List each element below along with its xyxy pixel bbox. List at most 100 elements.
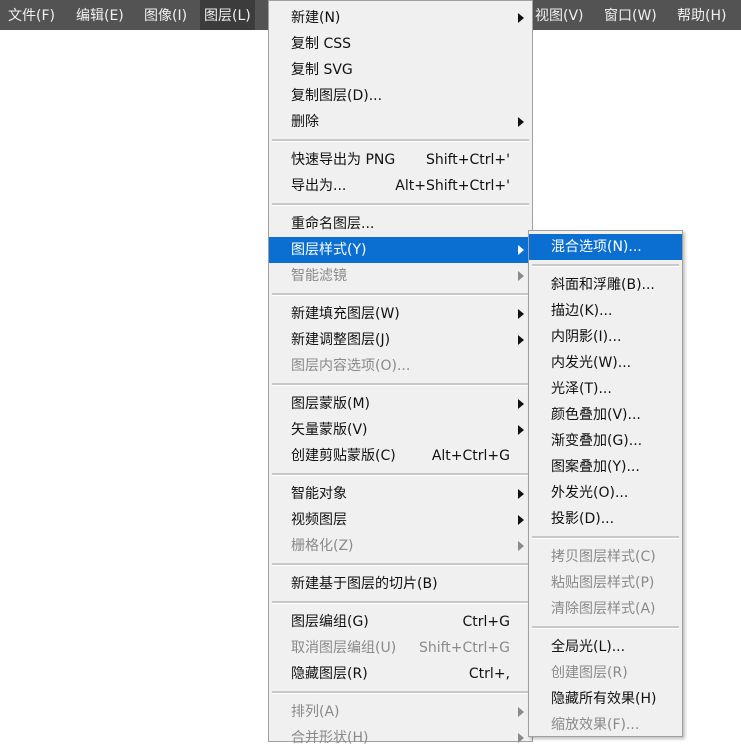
menubar-item[interactable]: 文件(F) (4, 0, 59, 30)
menu-item-label: 新建填充图层(W) (291, 306, 400, 322)
menu-item[interactable]: 图层蒙版(M) (269, 391, 532, 417)
menu-item-label: 混合选项(N)... (551, 239, 642, 255)
menu-item-label: 缩放效果(F)... (551, 717, 640, 733)
menu-item[interactable]: 图案叠加(Y)... (529, 454, 682, 480)
menu-item-label: 外发光(O)... (551, 485, 629, 501)
menu-item-label: 投影(D)... (551, 511, 615, 527)
menu-item-shortcut: Ctrl+G (462, 614, 511, 630)
menu-item-shortcut: Alt+Shift+Ctrl+' (395, 178, 510, 194)
menu-item[interactable]: 斜面和浮雕(B)... (529, 272, 682, 298)
menu-item-label: 复制 SVG (291, 62, 353, 78)
menu-item[interactable]: 内阴影(I)... (529, 324, 682, 350)
menu-item[interactable]: 隐藏图层(R) Ctrl+, (269, 661, 532, 687)
menu-item-label: 内阴影(I)... (551, 329, 622, 345)
menu-item-shortcut: Shift+Ctrl+' (425, 152, 510, 168)
submenu-arrow-icon (518, 117, 524, 127)
menu-separator (532, 626, 679, 629)
menu-item-label: 颜色叠加(V)... (551, 407, 641, 423)
menu-item[interactable]: 内发光(W)... (529, 350, 682, 376)
menu-item[interactable]: 新建填充图层(W) (269, 301, 532, 327)
menu-item[interactable]: 图层编组(G) Ctrl+G (269, 609, 532, 635)
menu-item-label: 栅格化(Z) (291, 538, 354, 554)
menu-item-label: 粘贴图层样式(P) (551, 575, 655, 591)
menubar-item[interactable]: 编辑(E) (72, 0, 128, 30)
menu-separator (532, 536, 679, 539)
menu-item[interactable]: 新建基于图层的切片(B) (269, 571, 532, 597)
menu-item-shortcut: Ctrl+, (468, 666, 510, 682)
menu-item-label: 新建(N) (291, 10, 341, 26)
menu-item[interactable]: 矢量蒙版(V) (269, 417, 532, 443)
menu-item-label: 复制图层(D)... (291, 88, 383, 104)
menu-item[interactable]: 复制 CSS (269, 31, 532, 57)
menu-item: 拷贝图层样式(C) (529, 544, 682, 570)
menu-item-label: 取消图层编组(U) (291, 640, 397, 656)
menu-item-label: 排列(A) (291, 704, 340, 720)
layer-menu: 新建(N) 复制 CSS 复制 SVG 复制图层(D)... 删除快速导出为 PNG Sh… (268, 0, 533, 746)
menu-item: 栅格化(Z) (269, 533, 532, 559)
menu-item-label: 隐藏所有效果(H) (551, 691, 657, 707)
menu-item-label: 视频图层 (291, 512, 347, 528)
menu-separator (272, 139, 529, 142)
menu-item-label: 清除图层样式(A) (551, 601, 656, 617)
menu-item-label: 导出为... (291, 178, 347, 194)
menu-separator (272, 293, 529, 296)
menu-item[interactable]: 全局光(L)... (529, 634, 682, 660)
menu-item[interactable]: 新建(N) (269, 5, 532, 31)
menu-item-label: 图案叠加(Y)... (551, 459, 640, 475)
menu-item[interactable]: 导出为... Alt+Shift+Ctrl+' (269, 173, 532, 199)
menubar-item[interactable]: 图像(I) (140, 0, 191, 30)
menu-item: 取消图层编组(U) Shift+Ctrl+G (269, 635, 532, 661)
menu-item-label: 创建图层(R) (551, 665, 628, 681)
menu-separator (272, 601, 529, 604)
menu-item[interactable]: 复制 SVG (269, 57, 532, 83)
submenu-arrow-icon (518, 245, 524, 255)
menubar-item[interactable]: 图层(L) (200, 0, 255, 30)
menu-item-label: 合并形状(H) (291, 730, 369, 746)
submenu-arrow-icon (518, 271, 524, 281)
menu-item-label: 快速导出为 PNG (291, 152, 396, 168)
menu-item-shortcut: Alt+Ctrl+G (431, 448, 510, 464)
menu-item[interactable]: 创建剪贴蒙版(C) Alt+Ctrl+G (269, 443, 532, 469)
menu-item: 创建图层(R) (529, 660, 682, 686)
menu-item[interactable]: 投影(D)... (529, 506, 682, 532)
menu-item[interactable]: 外发光(O)... (529, 480, 682, 506)
menu-item-label: 隐藏图层(R) (291, 666, 368, 682)
menu-separator (272, 473, 529, 476)
menu-item: 图层内容选项(O)... (269, 353, 532, 379)
menu-item: 合并形状(H) (269, 725, 532, 751)
menu-separator (272, 563, 529, 566)
menu-item-label: 创建剪贴蒙版(C) (291, 448, 396, 464)
menu-item[interactable]: 新建调整图层(J) (269, 327, 532, 353)
menu-separator (532, 264, 679, 267)
menu-item[interactable]: 视频图层 (269, 507, 532, 533)
menu-item[interactable]: 隐藏所有效果(H) (529, 686, 682, 712)
menu-item[interactable]: 混合选项(N)... (529, 234, 682, 260)
menu-item: 智能滤镜 (269, 263, 532, 289)
menu-item[interactable]: 颜色叠加(V)... (529, 402, 682, 428)
menu-item-label: 全局光(L)... (551, 639, 626, 655)
menu-item[interactable]: 渐变叠加(G)... (529, 428, 682, 454)
menu-item: 缩放效果(F)... (529, 712, 682, 738)
menu-item-label: 拷贝图层样式(C) (551, 549, 656, 565)
menu-item-label: 重命名图层... (291, 216, 375, 232)
menu-item[interactable]: 删除 (269, 109, 532, 135)
menu-item-label: 图层蒙版(M) (291, 396, 371, 412)
menu-separator (272, 691, 529, 694)
menu-item: 排列(A) (269, 699, 532, 725)
menu-item[interactable]: 光泽(T)... (529, 376, 682, 402)
menu-item[interactable]: 智能对象 (269, 481, 532, 507)
menu-item-label: 新建基于图层的切片(B) (291, 576, 438, 592)
submenu-arrow-icon (518, 489, 524, 499)
submenu-arrow-icon (518, 399, 524, 409)
menu-item[interactable]: 复制图层(D)... (269, 83, 532, 109)
menu-item[interactable]: 图层样式(Y) (269, 237, 532, 263)
menu-item[interactable]: 描边(K)... (529, 298, 682, 324)
menubar-item[interactable]: 帮助(H) (673, 0, 730, 30)
menu-item[interactable]: 快速导出为 PNG Shift+Ctrl+' (269, 147, 532, 173)
layer-style-submenu: 混合选项(N)... 斜面和浮雕(B)... 描边(K)... 内阴影(I)... 内发… (528, 230, 683, 737)
menu-item-label: 矢量蒙版(V) (291, 422, 368, 438)
menu-item[interactable]: 重命名图层... (269, 211, 532, 237)
menubar-item[interactable]: 窗口(W) (600, 0, 661, 30)
menu-item: 清除图层样式(A) (529, 596, 682, 622)
menubar-item[interactable]: 视图(V) (531, 0, 588, 30)
